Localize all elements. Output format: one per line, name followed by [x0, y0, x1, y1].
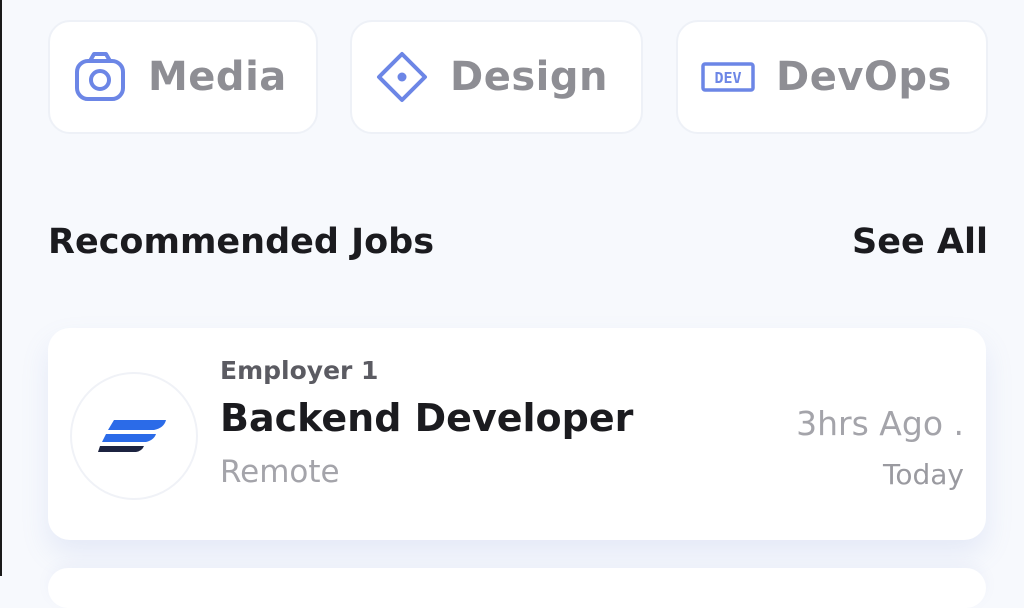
job-location: Remote: [220, 454, 340, 490]
camera-icon: [72, 49, 128, 105]
category-chip-media[interactable]: Media: [48, 20, 318, 134]
job-posted-day: Today: [883, 458, 964, 491]
category-chip-devops[interactable]: DEV DevOps: [676, 20, 988, 134]
app-screen: Media Design DEV DevOps Recommended Jobs…: [0, 0, 1024, 608]
employer-name: Employer 1: [220, 356, 379, 385]
category-label: Design: [450, 54, 608, 100]
job-title: Backend Developer: [220, 396, 634, 440]
category-chip-design[interactable]: Design: [350, 20, 643, 134]
design-diamond-icon: [374, 49, 430, 105]
company-logo: [70, 372, 198, 500]
dev-badge-text: DEV: [714, 69, 741, 87]
job-card-next[interactable]: [48, 568, 986, 608]
dev-badge-icon: DEV: [700, 49, 756, 105]
job-posted-time: 3hrs Ago .: [796, 404, 964, 443]
section-title: Recommended Jobs: [48, 222, 435, 262]
job-card[interactable]: Employer 1 Backend Developer Remote 3hrs…: [48, 328, 986, 540]
category-label: Media: [148, 54, 287, 100]
category-label: DevOps: [776, 54, 952, 100]
see-all-link[interactable]: See All: [852, 222, 988, 262]
window-edge: [0, 0, 2, 576]
